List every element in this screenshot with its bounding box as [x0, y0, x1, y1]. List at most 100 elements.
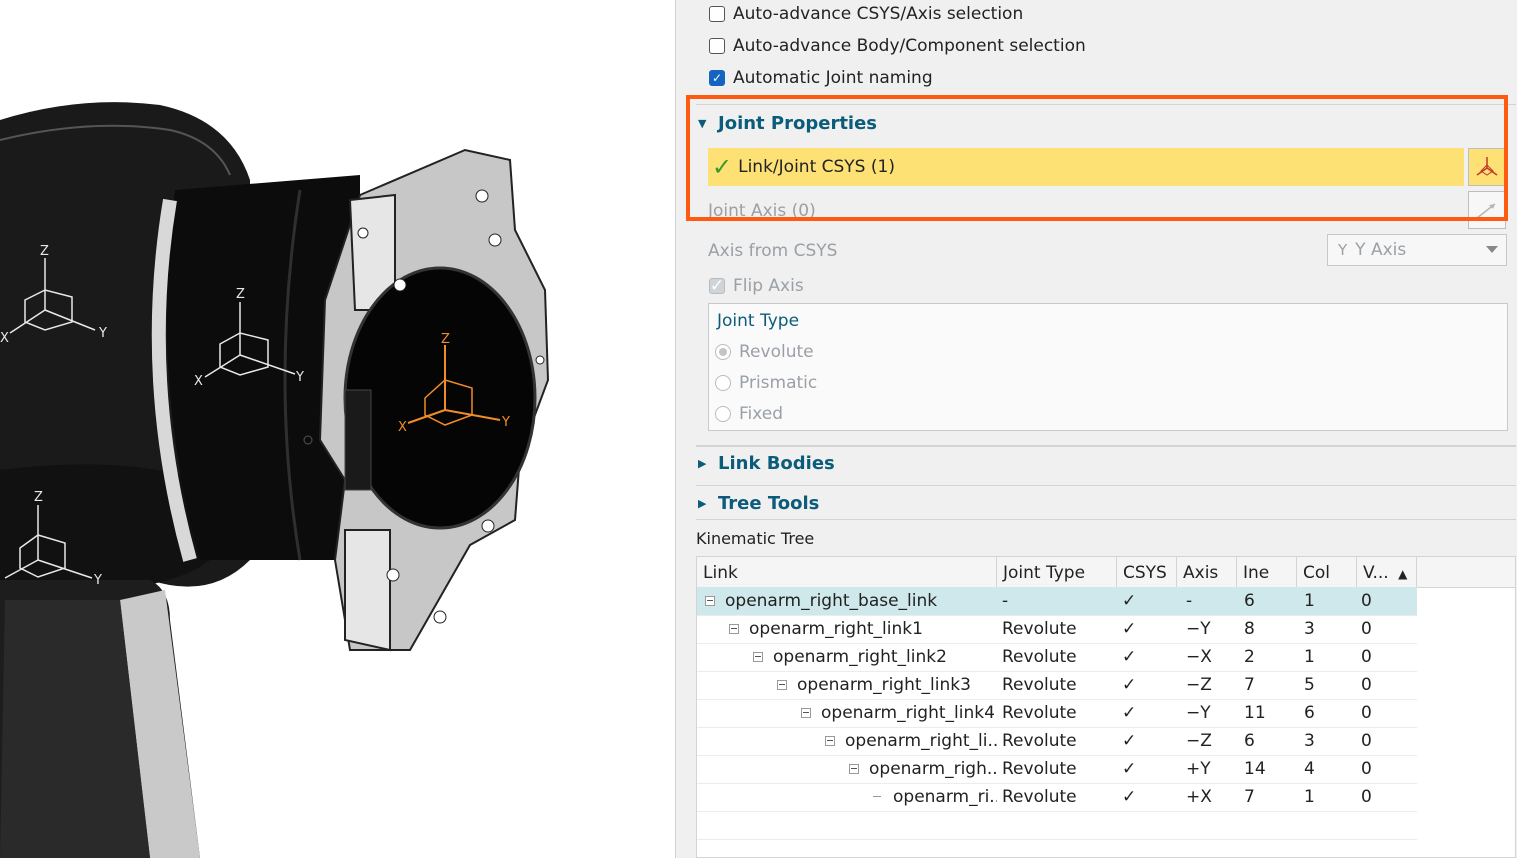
cell-link: openarm_right_link2 [773, 647, 947, 667]
axis-from-csys-row: Axis from CSYS [708, 241, 837, 261]
cell-csys: ✓ [1122, 703, 1137, 723]
collapse-node-icon[interactable] [801, 708, 811, 718]
flip-axis-checkbox[interactable]: ✓ [709, 276, 725, 296]
expand-triangle-icon: ▶ [698, 497, 707, 510]
cell-link: openarm_right_link1 [749, 619, 923, 639]
joint-type-prismatic[interactable]: Prismatic [715, 373, 817, 393]
cell-col: 3 [1304, 619, 1315, 639]
cell-joint-type: Revolute [1002, 675, 1077, 695]
column-header-link[interactable]: Link [697, 557, 997, 587]
flip-axis-option[interactable]: ✓ Flip Axis [709, 276, 804, 296]
collapse-node-icon[interactable] [777, 680, 787, 690]
triad-3-y: Y [501, 415, 510, 430]
collapse-node-icon[interactable] [729, 624, 739, 634]
cell-ine: 6 [1244, 591, 1255, 611]
cell-axis: −Z [1186, 675, 1212, 695]
tree-tools-header[interactable]: ▶ Tree Tools [698, 493, 819, 514]
cell-link: openarm_right_link3 [797, 675, 971, 695]
link-joint-csys-selector[interactable]: ✓ Link/Joint CSYS (1) [708, 148, 1464, 186]
cell-joint-type: - [1002, 591, 1009, 611]
cell-csys: ✓ [1122, 731, 1137, 751]
vector-arrow-icon [1476, 203, 1496, 219]
csys-dialog-button[interactable] [1468, 148, 1506, 186]
triad-2-x: X [194, 374, 203, 389]
cell-col: 4 [1304, 759, 1315, 779]
table-row[interactable]: openarm_right_link2 Revolute ✓ −X 2 1 0 [697, 643, 1417, 672]
table-row[interactable]: openarm_righ... Revolute ✓ +Y 14 4 0 [697, 755, 1417, 784]
collapse-node-icon[interactable] [705, 596, 715, 606]
kinematic-tree-label: Kinematic Tree [696, 529, 815, 548]
column-header-v[interactable]: V... ▲ [1357, 557, 1417, 587]
cell-v: 0 [1361, 675, 1372, 695]
cell-joint-type: Revolute [1002, 647, 1077, 667]
flip-axis-label: Flip Axis [733, 276, 804, 296]
tree-leaf-connector [873, 792, 883, 802]
collapse-node-icon[interactable] [753, 652, 763, 662]
3d-viewport[interactable]: Z X Y Z X Y Z X Y Z Y [0, 0, 675, 858]
kinematic-tree-table[interactable]: Link Joint Type CSYS Axis Ine Col V... ▲… [696, 556, 1516, 858]
auto-advance-body-checkbox[interactable] [709, 38, 725, 54]
revolute-label: Revolute [739, 342, 814, 362]
cell-joint-type: Revolute [1002, 703, 1077, 723]
table-row[interactable]: openarm_right_link3 Revolute ✓ −Z 7 5 0 [697, 671, 1417, 700]
collapse-node-icon[interactable] [825, 736, 835, 746]
axis-from-csys-label: Axis from CSYS [708, 241, 838, 261]
cell-joint-type: Revolute [1002, 731, 1077, 751]
cell-v: 0 [1361, 759, 1372, 779]
cell-v: 0 [1361, 619, 1372, 639]
automatic-joint-naming-option[interactable]: ✓ Automatic Joint naming [709, 68, 933, 88]
cell-joint-type: Revolute [1002, 787, 1077, 807]
joint-axis-selector[interactable]: Joint Axis (0) [708, 201, 816, 221]
auto-advance-body-option[interactable]: Auto-advance Body/Component selection [709, 36, 1086, 56]
axis-from-csys-dropdown[interactable]: Y Y Axis [1327, 234, 1507, 266]
prismatic-label: Prismatic [739, 373, 818, 393]
cell-v: 0 [1361, 787, 1372, 807]
cell-link: openarm_right_li... [845, 731, 997, 751]
triad-2-y: Y [295, 370, 304, 385]
cell-axis: - [1186, 591, 1193, 611]
column-header-joint-type[interactable]: Joint Type [997, 557, 1117, 587]
table-row[interactable]: openarm_right_link4 Revolute ✓ −Y 11 6 0 [697, 699, 1417, 728]
column-header-col[interactable]: Col [1297, 557, 1357, 587]
column-header-axis[interactable]: Axis [1177, 557, 1237, 587]
table-row[interactable]: openarm_right_base_link - ✓ - 6 1 0 [697, 587, 1417, 616]
cell-col: 3 [1304, 731, 1315, 751]
sort-ascending-icon: ▲ [1398, 567, 1408, 581]
auto-advance-csys-label: Auto-advance CSYS/Axis selection [733, 4, 1024, 24]
triad-3-x: X [398, 420, 407, 435]
table-row[interactable]: openarm_right_link1 Revolute ✓ −Y 8 3 0 [697, 615, 1417, 644]
link-bodies-header[interactable]: ▶ Link Bodies [698, 453, 835, 474]
auto-advance-csys-checkbox[interactable] [709, 6, 725, 22]
cell-v: 0 [1361, 647, 1372, 667]
cell-v: 0 [1361, 703, 1372, 723]
link-bodies-title: Link Bodies [718, 453, 835, 474]
cell-ine: 8 [1244, 619, 1255, 639]
collapse-node-icon[interactable] [849, 764, 859, 774]
cell-axis: +Y [1186, 759, 1211, 779]
cell-link: openarm_right_link4 [821, 703, 995, 723]
cell-csys: ✓ [1122, 647, 1137, 667]
prismatic-radio[interactable] [715, 375, 731, 391]
column-header-ine[interactable]: Ine [1237, 557, 1297, 587]
table-row[interactable]: openarm_right_li... Revolute ✓ −Z 6 3 0 [697, 727, 1417, 756]
auto-advance-csys-option[interactable]: Auto-advance CSYS/Axis selection [709, 4, 1023, 24]
table-row[interactable]: openarm_ri... Revolute ✓ +X 7 1 0 [697, 783, 1417, 812]
column-header-csys[interactable]: CSYS [1117, 557, 1177, 587]
expand-triangle-icon: ▶ [698, 457, 707, 470]
tree-tools-title: Tree Tools [718, 493, 820, 514]
column-header-v-label: V... [1363, 563, 1389, 583]
fixed-label: Fixed [739, 404, 784, 424]
joint-type-revolute[interactable]: Revolute [715, 342, 814, 362]
joint-properties-header[interactable]: ▼ Joint Properties [698, 113, 877, 134]
joint-dialog-panel: Auto-advance CSYS/Axis selection Auto-ad… [675, 0, 1517, 858]
vector-dialog-button[interactable] [1468, 191, 1506, 229]
joint-type-fixed[interactable]: Fixed [715, 404, 783, 424]
cell-col: 1 [1304, 591, 1315, 611]
revolute-radio[interactable] [715, 344, 731, 360]
cell-csys: ✓ [1122, 675, 1137, 695]
cell-v: 0 [1361, 591, 1372, 611]
fixed-radio[interactable] [715, 406, 731, 422]
cell-link: openarm_righ... [869, 759, 997, 779]
cell-ine: 7 [1244, 787, 1255, 807]
automatic-joint-naming-checkbox[interactable]: ✓ [709, 70, 725, 86]
